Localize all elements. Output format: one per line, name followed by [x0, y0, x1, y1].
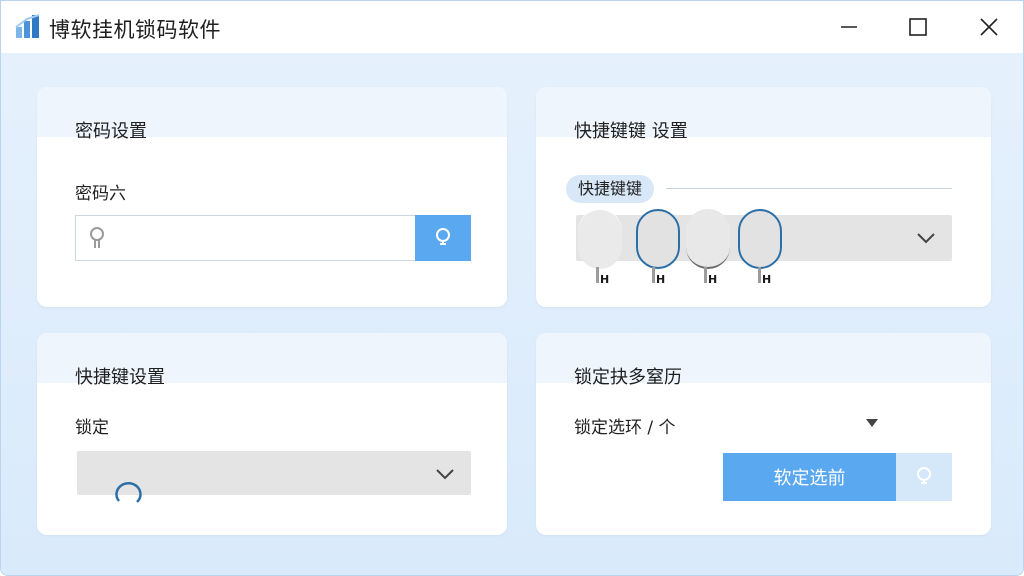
- shortcut-field-label: 锁定: [75, 418, 109, 438]
- key-tick: [596, 267, 599, 283]
- lock-card-title: 锁定抉多窒历: [574, 367, 682, 388]
- lock-hint-button[interactable]: [896, 453, 952, 501]
- lightbulb-icon: [436, 228, 450, 245]
- chevron-down-icon[interactable]: [916, 231, 936, 245]
- key-label-3: H: [708, 273, 718, 286]
- bar-chart-logo-icon: [15, 14, 40, 38]
- hotkey-chip: 快捷键键: [566, 175, 655, 203]
- lock-settings-card: 锁定抉多窒历 锁定选环 / 个 软定选前: [536, 333, 991, 535]
- lock-select-button[interactable]: 软定选前: [723, 453, 896, 501]
- minimize-icon: [841, 26, 857, 28]
- key-tick: [704, 267, 707, 283]
- shortcut-settings-card: 快捷键设置 锁定: [37, 333, 507, 535]
- loading-spinner-icon: [115, 482, 142, 503]
- hotkey-combo-card-title: 快捷键键 设置: [574, 121, 688, 142]
- key-icon: [90, 227, 104, 248]
- key-label-2: H: [656, 273, 666, 286]
- key-tick: [652, 267, 655, 283]
- key-tick: [758, 267, 761, 283]
- title-bar: 博软挂机锁码软件: [1, 1, 1023, 53]
- key-slot-3[interactable]: [686, 209, 730, 269]
- app-window: 博软挂机锁码软件 密码设置 密码六 快捷键键 设置 快捷键键 H H H H 快…: [0, 0, 1024, 576]
- lightbulb-icon: [917, 467, 931, 484]
- hotkey-combo-card: 快捷键键 设置 快捷键键 H H H H: [536, 87, 991, 307]
- password-confirm-button[interactable]: [415, 215, 471, 261]
- close-icon: [980, 18, 998, 36]
- password-input[interactable]: [75, 215, 415, 261]
- close-button[interactable]: [969, 9, 1009, 45]
- password-settings-card: 密码设置 密码六: [37, 87, 507, 307]
- key-slot-4[interactable]: [738, 209, 782, 269]
- minimize-button[interactable]: [829, 9, 869, 45]
- password-card-title: 密码设置: [75, 121, 147, 142]
- shortcut-card-title: 快捷键设置: [75, 367, 165, 388]
- maximize-button[interactable]: [898, 9, 938, 45]
- window-title: 博软挂机锁码软件: [49, 18, 221, 42]
- lock-select-value[interactable]: 锁定选环 / 个: [574, 413, 676, 438]
- password-field-label: 密码六: [75, 184, 126, 204]
- divider: [666, 188, 952, 189]
- key-slot-2[interactable]: [636, 209, 680, 269]
- maximize-icon: [909, 18, 927, 36]
- caret-down-icon[interactable]: [866, 419, 878, 427]
- key-label-4: H: [762, 273, 772, 286]
- key-label-1: H: [600, 273, 610, 286]
- chevron-down-icon[interactable]: [435, 467, 455, 481]
- key-slot-1[interactable]: [578, 209, 622, 269]
